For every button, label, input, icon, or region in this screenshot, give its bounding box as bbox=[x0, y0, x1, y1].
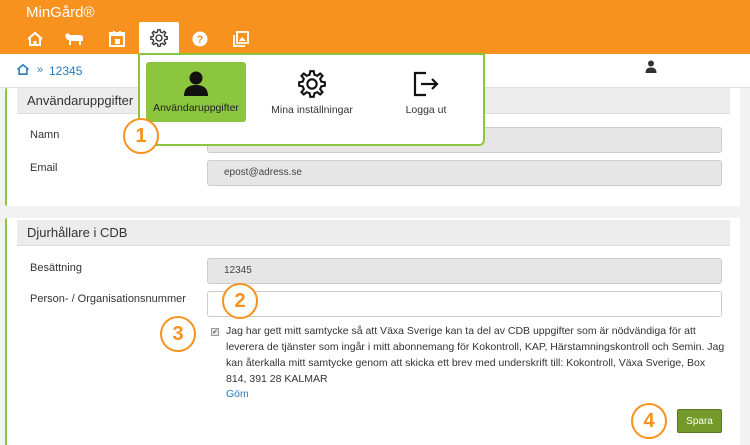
cow-icon[interactable] bbox=[59, 26, 91, 52]
email-field[interactable]: epost@adress.se bbox=[207, 160, 722, 186]
cdb-header: Djurhållare i CDB bbox=[17, 220, 730, 246]
callout-1: 1 bbox=[123, 118, 159, 154]
home-icon[interactable] bbox=[19, 26, 51, 52]
dropdown-item-installningar[interactable]: Mina inställningar bbox=[262, 62, 362, 122]
user-icon[interactable] bbox=[645, 60, 657, 76]
consent-checkbox[interactable]: ✔ bbox=[211, 328, 219, 336]
gear-icon bbox=[262, 70, 362, 98]
hide-link[interactable]: Göm bbox=[226, 388, 249, 400]
breadcrumb-separator: » bbox=[37, 64, 44, 76]
orgnr-label: Person- / Organisationsnummer bbox=[30, 293, 186, 305]
dropdown-item-anvandaruppgifter[interactable]: Användaruppgifter bbox=[146, 62, 246, 122]
dropdown-item-logga-ut[interactable]: Logga ut bbox=[376, 62, 476, 122]
gear-icon[interactable] bbox=[139, 22, 179, 54]
dropdown-item-label: Användaruppgifter bbox=[153, 102, 239, 114]
person-icon bbox=[146, 70, 246, 96]
orgnr-input[interactable] bbox=[207, 291, 722, 317]
email-label: Email bbox=[30, 162, 58, 174]
name-label: Namn bbox=[30, 129, 60, 141]
callout-2: 2 bbox=[222, 283, 258, 319]
top-bar: MinGård® ? bbox=[0, 0, 750, 54]
save-button[interactable]: Spara bbox=[677, 409, 722, 433]
besattning-field[interactable]: 12345 bbox=[207, 258, 722, 284]
callout-3: 3 bbox=[160, 316, 196, 352]
logout-icon bbox=[376, 70, 476, 98]
breadcrumb-current[interactable]: 12345 bbox=[49, 64, 82, 78]
dropdown-item-label: Logga ut bbox=[405, 104, 447, 116]
breadcrumb-home-icon[interactable] bbox=[16, 63, 30, 79]
panel-title: Användaruppgifter bbox=[27, 93, 134, 108]
gallery-icon[interactable] bbox=[225, 26, 257, 52]
panel-title: Djurhållare i CDB bbox=[27, 225, 128, 240]
consent-text: Jag har gett mitt samtycke så att Växa S… bbox=[226, 325, 725, 385]
help-icon[interactable]: ? bbox=[184, 26, 216, 52]
app-title: MinGård® bbox=[26, 4, 95, 21]
besattning-label: Besättning bbox=[30, 262, 82, 274]
calendar-icon[interactable] bbox=[101, 26, 133, 52]
svg-text:?: ? bbox=[197, 34, 204, 46]
settings-dropdown: Användaruppgifter Mina inställningar Log… bbox=[138, 53, 485, 146]
callout-4: 4 bbox=[631, 403, 667, 439]
dropdown-item-label: Mina inställningar bbox=[271, 104, 353, 116]
